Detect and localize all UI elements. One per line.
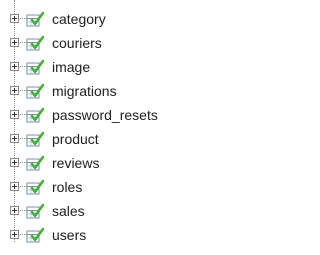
table-icon bbox=[26, 83, 44, 100]
table-name-label[interactable]: migrations bbox=[52, 82, 117, 100]
expand-plus-icon[interactable] bbox=[10, 62, 19, 71]
table-icon bbox=[26, 11, 44, 28]
table-tree: category couriers image migrations password_… bbox=[0, 0, 249, 255]
table-icon bbox=[26, 203, 44, 220]
expand-plus-icon[interactable] bbox=[10, 86, 19, 95]
table-name-label[interactable]: reviews bbox=[52, 154, 99, 172]
table-name-label[interactable]: category bbox=[52, 10, 106, 28]
expand-plus-icon[interactable] bbox=[10, 158, 19, 167]
expand-plus-icon[interactable] bbox=[10, 230, 19, 239]
table-icon bbox=[26, 35, 44, 52]
expand-plus-icon[interactable] bbox=[10, 38, 19, 47]
expand-plus-icon[interactable] bbox=[10, 134, 19, 143]
table-icon bbox=[26, 227, 44, 244]
table-icon bbox=[26, 179, 44, 196]
expand-plus-icon[interactable] bbox=[10, 206, 19, 215]
table-name-label[interactable]: product bbox=[52, 130, 99, 148]
table-name-label[interactable]: password_resets bbox=[52, 106, 158, 124]
table-name-label[interactable]: image bbox=[52, 58, 90, 76]
table-icon bbox=[26, 131, 44, 148]
table-name-label[interactable]: users bbox=[52, 226, 86, 244]
table-name-label[interactable]: roles bbox=[52, 178, 82, 196]
table-name-label[interactable]: couriers bbox=[52, 34, 102, 52]
table-icon bbox=[26, 107, 44, 124]
table-name-label[interactable]: sales bbox=[52, 202, 85, 220]
expand-plus-icon[interactable] bbox=[10, 182, 19, 191]
table-icon bbox=[26, 155, 44, 172]
expand-plus-icon[interactable] bbox=[10, 14, 19, 23]
expand-plus-icon[interactable] bbox=[10, 110, 19, 119]
table-icon bbox=[26, 59, 44, 76]
